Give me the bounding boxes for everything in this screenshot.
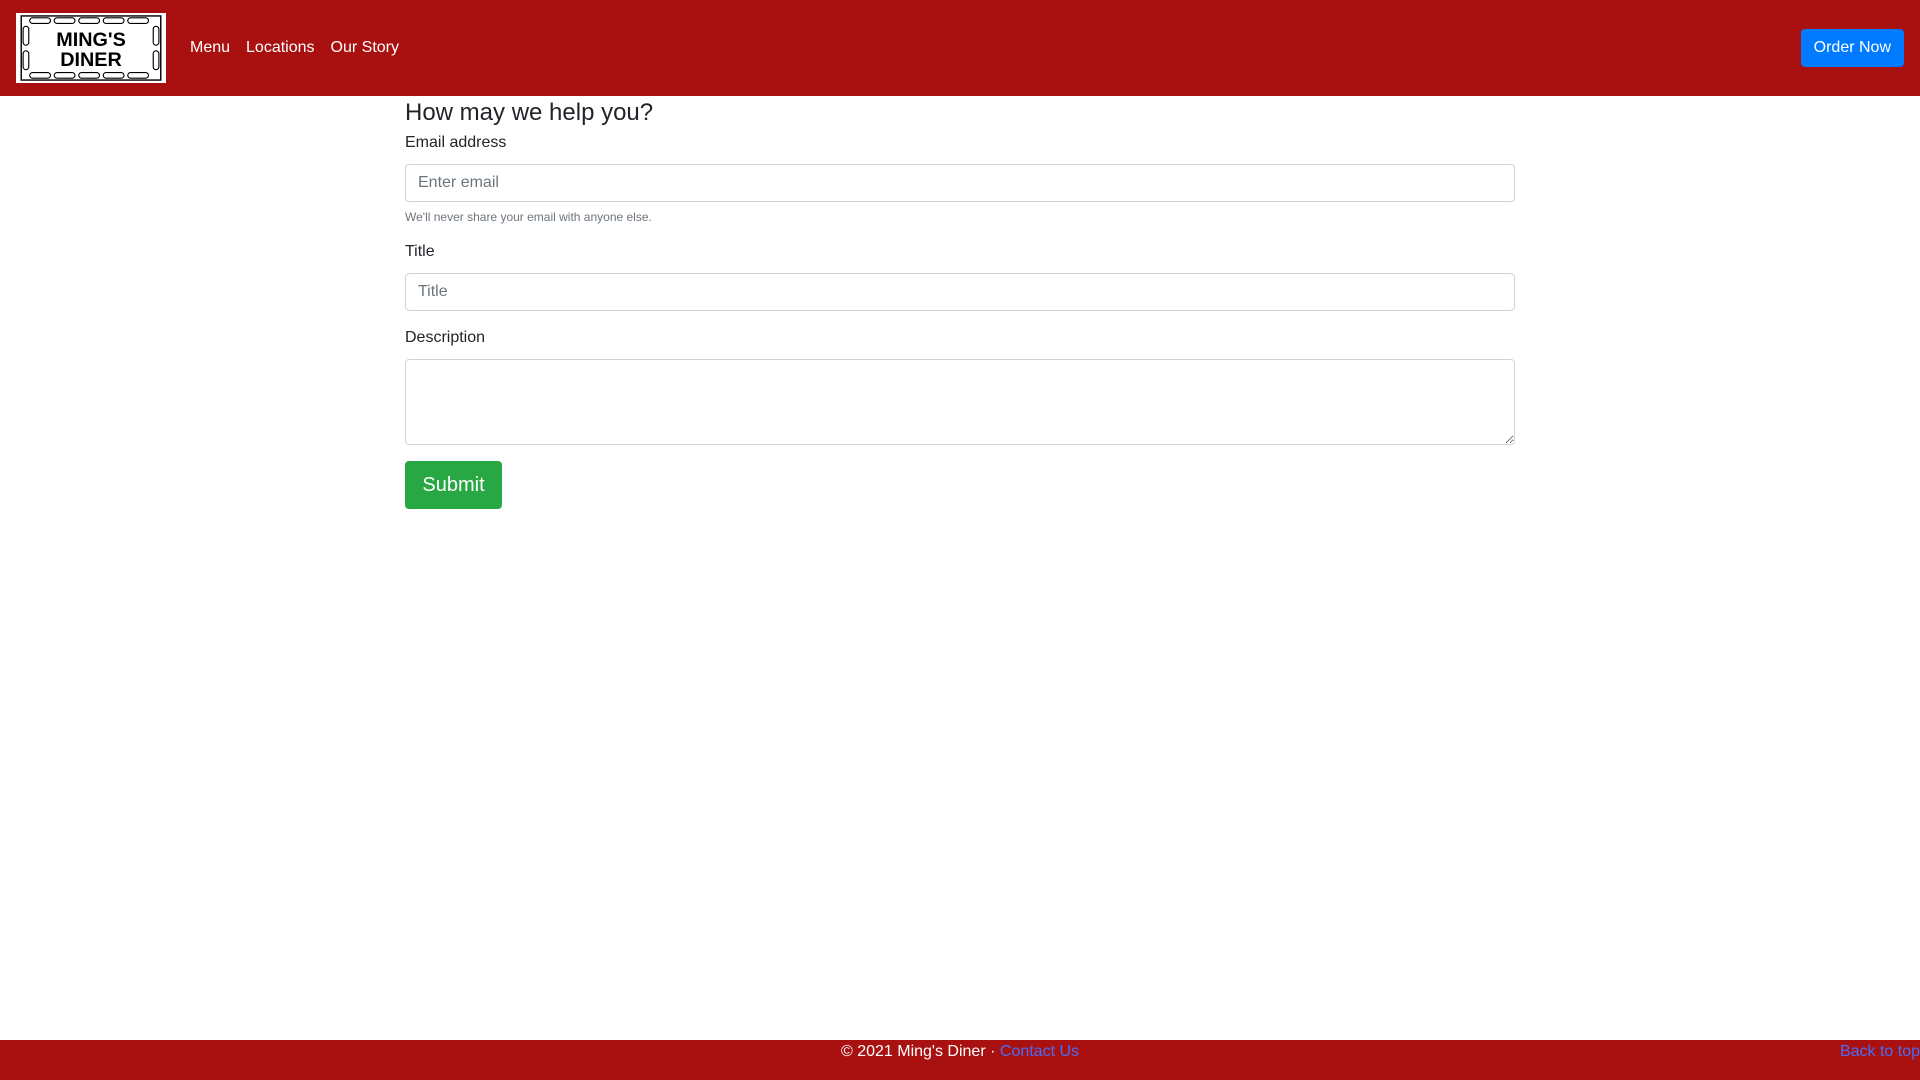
email-label: Email address [405,134,507,151]
brand-logo[interactable]: Ming's Diner [16,13,166,83]
back-to-top-link[interactable]: Back to top [1840,1040,1920,1064]
logo-text-line2: Diner [60,49,122,71]
email-help-text: We'll never share your email with anyone… [405,210,652,224]
description-field[interactable] [405,359,1515,445]
nav-locations-link[interactable]: Locations [246,39,315,57]
order-now-button[interactable]: Order Now [1800,29,1904,67]
contact-us-link[interactable]: Contact Us [1000,1043,1079,1060]
title-label: Title [405,243,435,260]
nav-menu-link[interactable]: Menu [190,39,230,57]
form-heading: How may we help you? [405,99,654,126]
top-navbar: Ming's Diner Menu Locations Our Story Or… [0,0,1920,96]
email-field[interactable] [405,164,1515,202]
title-field[interactable] [405,273,1515,311]
logo-text-line1: Ming's [56,29,126,51]
description-label: Description [405,329,486,346]
nav-our-story-link[interactable]: Our Story [331,39,399,57]
footer-text: © 2021 Ming's Diner · Contact Us [0,1040,1920,1064]
copyright-text: © 2021 Ming's Diner · [840,1043,1000,1060]
logo-graphic: Ming's Diner [20,15,162,81]
main-nav: Menu Locations Our Story [190,0,415,96]
page-footer: © 2021 Ming's Diner · Contact Us Back to… [0,1040,1920,1080]
submit-button[interactable]: Submit [405,461,502,509]
